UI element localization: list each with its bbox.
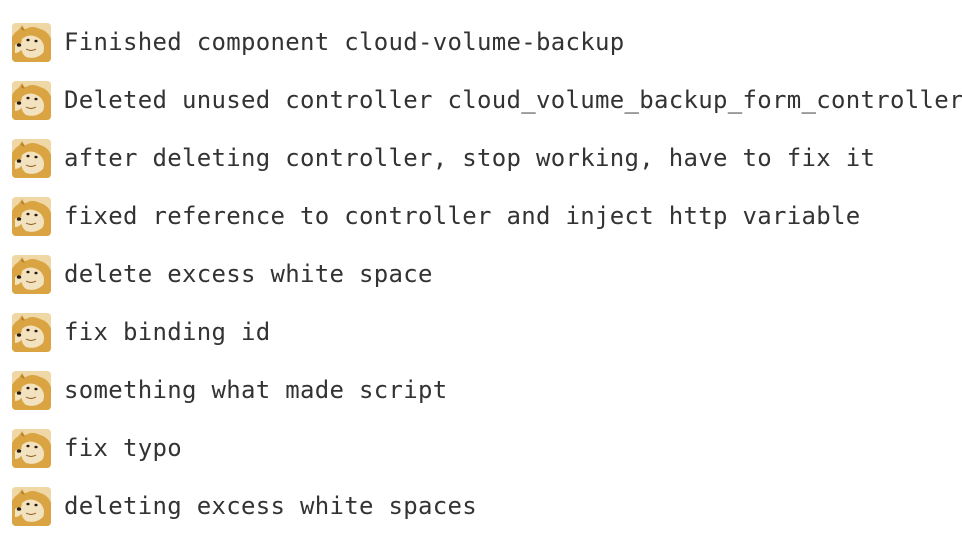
- doge-avatar-icon[interactable]: [12, 254, 51, 294]
- commit-row[interactable]: fix binding id: [12, 303, 957, 361]
- doge-avatar-icon[interactable]: [12, 22, 51, 62]
- doge-avatar-icon[interactable]: [12, 486, 51, 526]
- commit-row[interactable]: fixed reference to controller and inject…: [12, 187, 957, 245]
- commit-row[interactable]: delete excess white space: [12, 245, 957, 303]
- commit-message[interactable]: Deleted unused controller cloud_volume_b…: [64, 88, 962, 112]
- commit-message[interactable]: deleting excess white spaces: [64, 494, 477, 518]
- commit-row[interactable]: fix typo: [12, 419, 957, 477]
- commit-row[interactable]: Finished component cloud-volume-backup: [12, 13, 957, 71]
- commit-row[interactable]: deleting excess white spaces: [12, 477, 957, 535]
- commit-list: Finished component cloud-volume-backup D…: [12, 13, 962, 535]
- commit-message[interactable]: something what made script: [64, 378, 447, 402]
- doge-avatar-icon[interactable]: [12, 312, 51, 352]
- doge-avatar-icon[interactable]: [12, 428, 51, 468]
- doge-avatar-icon[interactable]: [12, 196, 51, 236]
- commit-message[interactable]: fix typo: [64, 436, 182, 460]
- doge-avatar-icon[interactable]: [12, 80, 51, 120]
- commit-row[interactable]: Deleted unused controller cloud_volume_b…: [12, 71, 962, 129]
- commit-row[interactable]: after deleting controller, stop working,…: [12, 129, 957, 187]
- commit-message[interactable]: after deleting controller, stop working,…: [64, 146, 875, 170]
- commit-message[interactable]: fixed reference to controller and inject…: [64, 204, 860, 228]
- doge-avatar-icon[interactable]: [12, 138, 51, 178]
- commit-message[interactable]: delete excess white space: [64, 262, 433, 286]
- doge-avatar-icon[interactable]: [12, 370, 51, 410]
- commit-message[interactable]: Finished component cloud-volume-backup: [64, 30, 624, 54]
- commit-message[interactable]: fix binding id: [64, 320, 271, 344]
- commit-row[interactable]: something what made script: [12, 361, 957, 419]
